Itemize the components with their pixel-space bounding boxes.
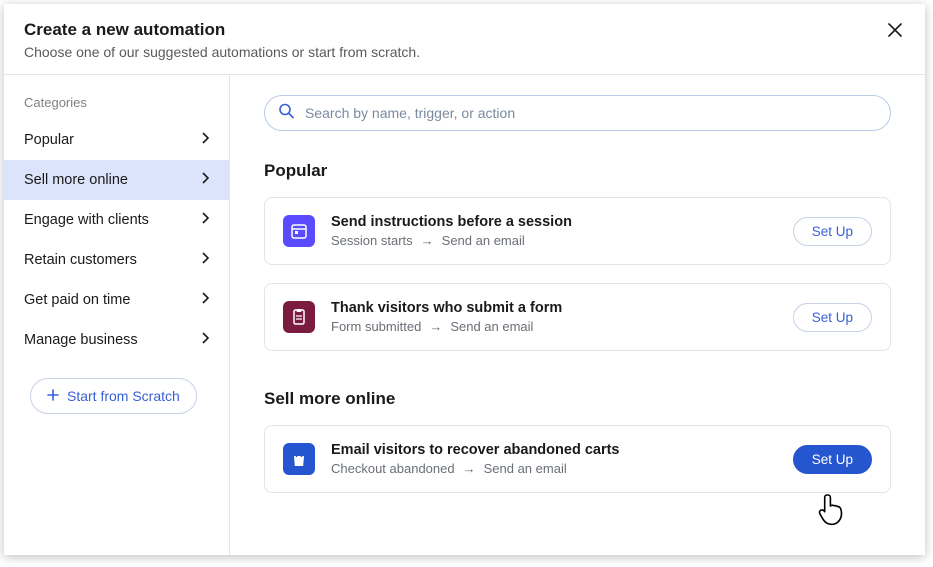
- main-content: Popular Send instructions before a sessi…: [230, 75, 925, 555]
- card-body: Thank visitors who submit a form Form su…: [331, 300, 777, 334]
- chevron-right-icon: [201, 252, 209, 268]
- sidebar-item-popular[interactable]: Popular: [4, 120, 229, 160]
- card-title: Thank visitors who submit a form: [331, 300, 777, 316]
- setup-button[interactable]: Set Up: [793, 445, 872, 474]
- modal-body: Categories Popular Sell more online Enga…: [4, 75, 925, 555]
- card-action: Send an email: [484, 461, 567, 476]
- setup-button[interactable]: Set Up: [793, 303, 872, 332]
- chevron-right-icon: [201, 132, 209, 148]
- shopping-bag-icon: [283, 443, 315, 475]
- card-subtitle: Session starts → Send an email: [331, 233, 777, 248]
- search-icon: [278, 103, 294, 124]
- modal-header: Create a new automation Choose one of ou…: [4, 4, 925, 75]
- chevron-right-icon: [201, 212, 209, 228]
- sidebar-heading: Categories: [4, 91, 229, 120]
- card-body: Email visitors to recover abandoned cart…: [331, 442, 777, 476]
- section-title-popular: Popular: [264, 161, 891, 181]
- modal-title: Create a new automation: [24, 20, 905, 40]
- sidebar-item-label: Popular: [24, 132, 74, 148]
- arrow-right-icon: →: [429, 319, 442, 334]
- calendar-icon: [283, 215, 315, 247]
- search-container: [264, 95, 891, 131]
- clipboard-icon: [283, 301, 315, 333]
- sidebar-item-label: Retain customers: [24, 252, 137, 268]
- card-body: Send instructions before a session Sessi…: [331, 214, 777, 248]
- card-title: Email visitors to recover abandoned cart…: [331, 442, 777, 458]
- card-action: Send an email: [450, 319, 533, 334]
- modal-subtitle: Choose one of our suggested automations …: [24, 44, 905, 60]
- plus-icon: [47, 388, 59, 404]
- setup-button[interactable]: Set Up: [793, 217, 872, 246]
- automation-card: Email visitors to recover abandoned cart…: [264, 425, 891, 493]
- section-title-sell-online: Sell more online: [264, 389, 891, 409]
- sidebar-item-label: Sell more online: [24, 172, 128, 188]
- card-action: Send an email: [442, 233, 525, 248]
- automation-card: Send instructions before a session Sessi…: [264, 197, 891, 265]
- close-button[interactable]: [883, 18, 907, 42]
- card-title: Send instructions before a session: [331, 214, 777, 230]
- automation-card: Thank visitors who submit a form Form su…: [264, 283, 891, 351]
- sidebar-item-manage[interactable]: Manage business: [4, 320, 229, 360]
- sidebar: Categories Popular Sell more online Enga…: [4, 75, 230, 555]
- start-from-scratch-button[interactable]: Start from Scratch: [30, 378, 197, 414]
- sidebar-item-label: Get paid on time: [24, 292, 130, 308]
- chevron-right-icon: [201, 332, 209, 348]
- chevron-right-icon: [201, 172, 209, 188]
- card-trigger: Session starts: [331, 233, 413, 248]
- sidebar-item-paid[interactable]: Get paid on time: [4, 280, 229, 320]
- sidebar-item-engage[interactable]: Engage with clients: [4, 200, 229, 240]
- card-trigger: Form submitted: [331, 319, 421, 334]
- sidebar-item-retain[interactable]: Retain customers: [4, 240, 229, 280]
- close-icon: [887, 22, 903, 38]
- chevron-right-icon: [201, 292, 209, 308]
- card-trigger: Checkout abandoned: [331, 461, 455, 476]
- sidebar-item-label: Manage business: [24, 332, 138, 348]
- search-input[interactable]: [264, 95, 891, 131]
- card-subtitle: Checkout abandoned → Send an email: [331, 461, 777, 476]
- scratch-label: Start from Scratch: [67, 388, 180, 404]
- arrow-right-icon: →: [421, 233, 434, 248]
- sidebar-item-sell-online[interactable]: Sell more online: [4, 160, 229, 200]
- arrow-right-icon: →: [463, 461, 476, 476]
- card-subtitle: Form submitted → Send an email: [331, 319, 777, 334]
- automation-modal: Create a new automation Choose one of ou…: [4, 4, 925, 555]
- sidebar-item-label: Engage with clients: [24, 212, 149, 228]
